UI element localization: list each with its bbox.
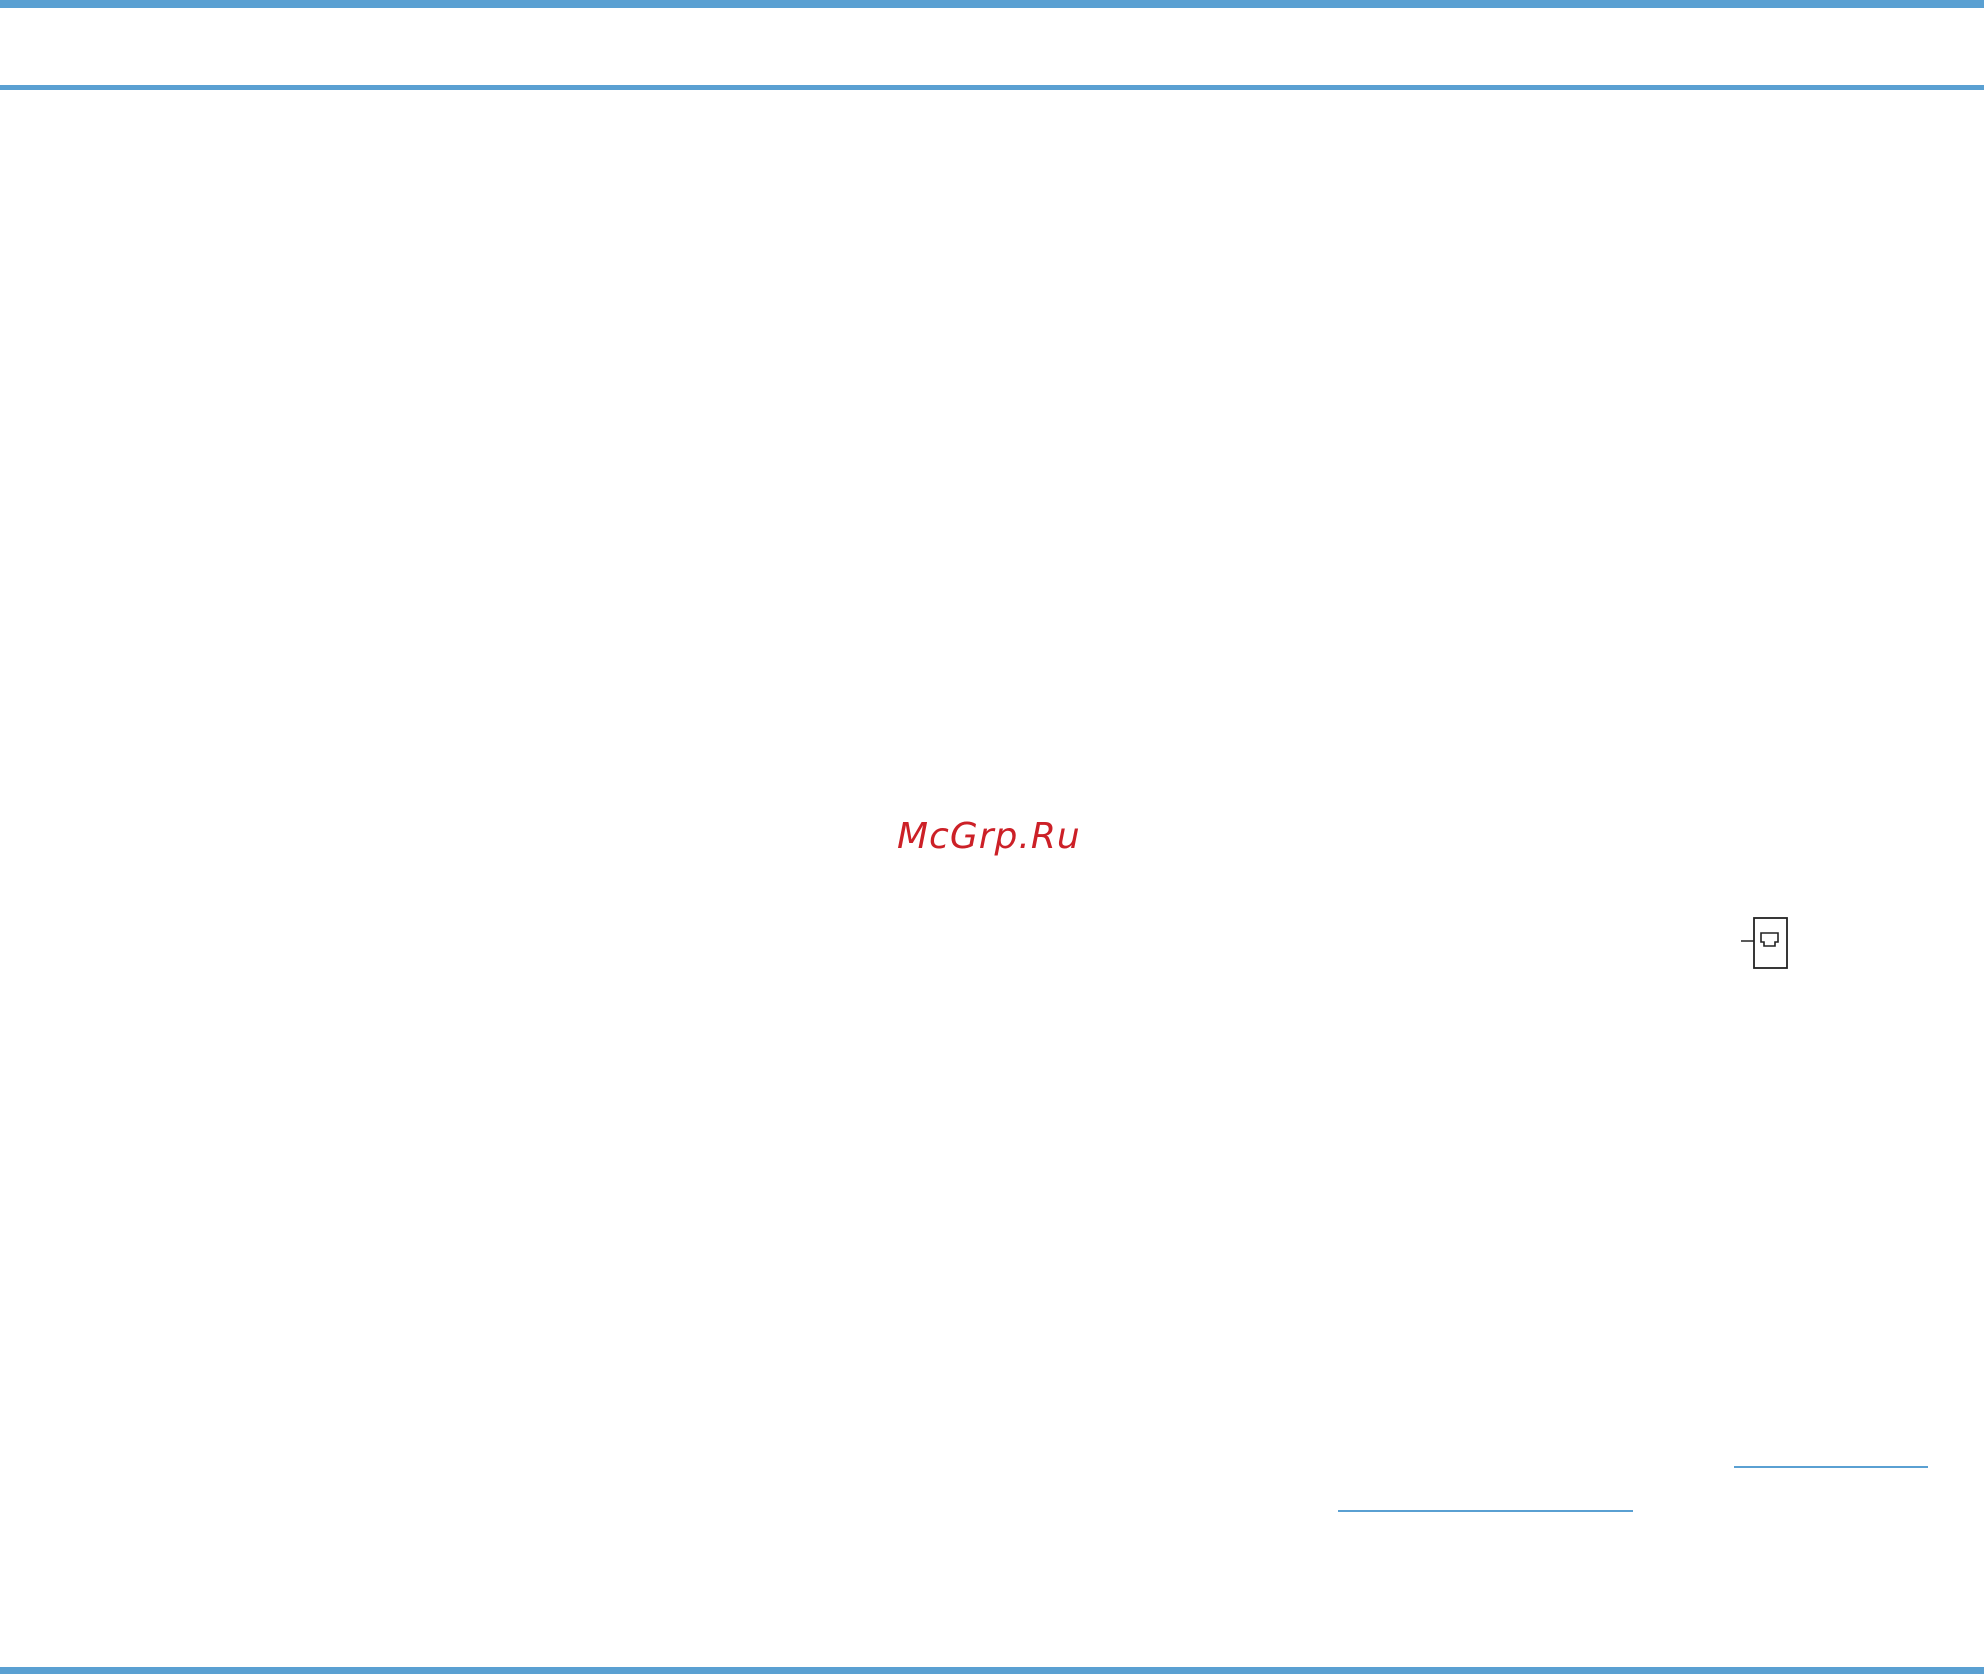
watermark-text: McGrp.Ru [897, 816, 1081, 857]
header-top-rule [0, 0, 1984, 8]
link-underline[interactable] [1734, 1466, 1928, 1468]
link-underline[interactable] [1338, 1510, 1633, 1512]
phone-jack-icon [1741, 917, 1788, 969]
header-bottom-rule [0, 85, 1984, 90]
footer-rule [0, 1667, 1984, 1674]
